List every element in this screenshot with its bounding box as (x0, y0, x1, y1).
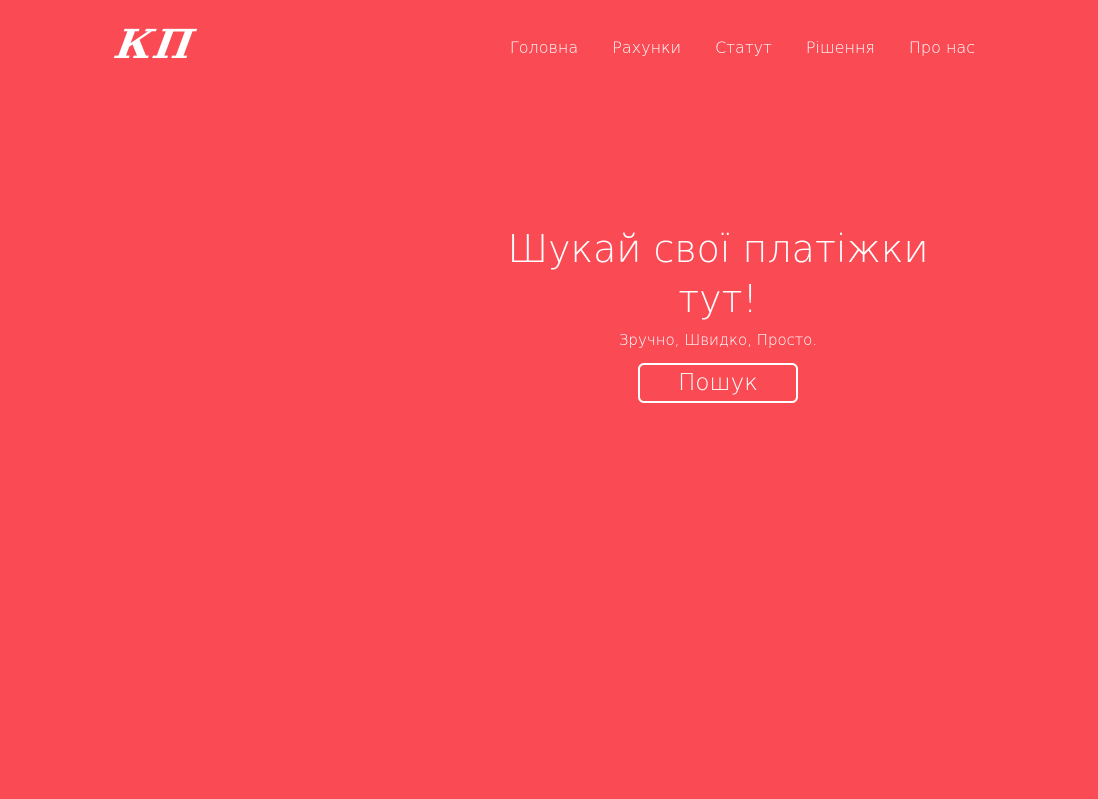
nav-item-decisions[interactable]: Рішення (806, 38, 875, 58)
logo[interactable]: КП (113, 20, 200, 70)
hero-section: Шукай свої платіжки тут! Зручно, Швидко,… (488, 224, 948, 403)
search-button[interactable]: Пошук (638, 363, 798, 403)
nav-item-bills[interactable]: Рахунки (612, 38, 681, 58)
nav-item-home[interactable]: Головна (510, 38, 578, 58)
main-nav: Головна Рахунки Статут Рішення Про нас (510, 38, 975, 58)
nav-item-charter[interactable]: Статут (715, 38, 772, 58)
hero-subtitle: Зручно, Швидко, Просто. (618, 331, 818, 349)
nav-item-about[interactable]: Про нас (909, 38, 975, 58)
hero-title: Шукай свої платіжки тут! (507, 227, 929, 321)
